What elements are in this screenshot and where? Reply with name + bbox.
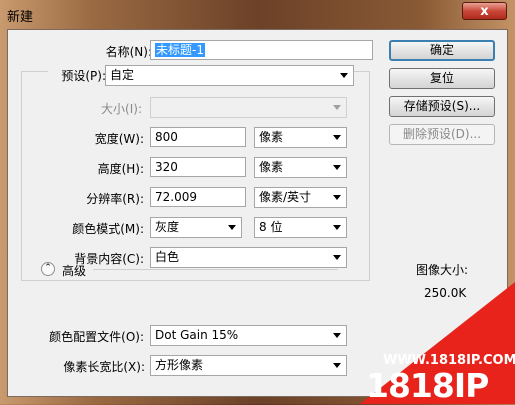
close-icon: x [480, 4, 489, 19]
name-label: 名称(N): [105, 45, 152, 59]
collapse-up-icon[interactable]: ⌃ [41, 262, 55, 276]
preset-label: 预设(P): [48, 67, 108, 84]
delete-preset-button: 删除预设(D)... [389, 124, 495, 145]
color-profile-value: Dot Gain 15% [155, 328, 239, 342]
color-mode-value: 灰度 [155, 220, 180, 234]
height-value: 320 [155, 160, 178, 174]
width-value: 800 [155, 130, 178, 144]
width-label: 宽度(W): [94, 132, 144, 146]
height-unit: 像素 [259, 160, 284, 174]
chevron-down-icon [333, 195, 341, 200]
preset-value: 自定 [110, 68, 135, 82]
resolution-label: 分辨率(R): [86, 192, 144, 206]
width-unit: 像素 [259, 130, 284, 144]
height-unit-dropdown[interactable]: 像素 [254, 157, 347, 178]
advanced-label[interactable]: 高级 [62, 262, 86, 279]
name-input[interactable]: 未标题-1 [150, 40, 373, 60]
chevron-down-icon [228, 225, 236, 230]
chevron-down-icon [340, 73, 348, 78]
chevron-down-icon [333, 333, 341, 338]
dialog-window: 新建 x 名称(N): 未标题-1 预设(P): 自定 大小(I): 宽度(W)… [0, 0, 515, 405]
pixel-aspect-value: 方形像素 [155, 358, 204, 372]
chevron-down-icon [333, 255, 341, 260]
resolution-unit-dropdown[interactable]: 像素/英寸 [254, 187, 347, 208]
chevron-down-icon [333, 105, 341, 110]
resolution-unit: 像素/英寸 [259, 190, 312, 204]
watermark-logo: 1818IP [366, 366, 489, 405]
background-dropdown[interactable]: 白色 [150, 247, 347, 268]
height-label: 高度(H): [97, 162, 144, 176]
size-label: 大小(I): [101, 102, 142, 116]
dialog-title: 新建 [7, 10, 34, 25]
advanced-divider [93, 269, 338, 270]
close-button[interactable]: x [462, 2, 507, 20]
color-mode-label: 颜色模式(M): [72, 222, 144, 236]
chevron-down-icon [333, 135, 341, 140]
width-unit-dropdown[interactable]: 像素 [254, 127, 347, 148]
background-value: 白色 [155, 250, 180, 264]
save-preset-button[interactable]: 存储预设(S)... [389, 96, 495, 117]
resolution-input[interactable]: 72.009 [150, 187, 246, 207]
image-size-label: 图像大小: [416, 263, 469, 277]
chevron-down-icon [333, 225, 341, 230]
name-value: 未标题-1 [155, 43, 205, 57]
title-bar[interactable]: 新建 x [0, 0, 515, 28]
chevron-down-icon [333, 165, 341, 170]
color-profile-label: 颜色配置文件(O): [49, 330, 144, 344]
height-input[interactable]: 320 [150, 157, 246, 177]
chevron-down-icon [333, 363, 341, 368]
color-mode-dropdown[interactable]: 灰度 [150, 217, 242, 238]
width-input[interactable]: 800 [150, 127, 246, 147]
color-profile-dropdown[interactable]: Dot Gain 15% [150, 325, 347, 346]
size-dropdown [150, 97, 347, 118]
resolution-value: 72.009 [155, 190, 197, 204]
pixel-aspect-label: 像素长宽比(X): [63, 360, 145, 374]
ok-button[interactable]: 确定 [389, 40, 495, 61]
reset-button[interactable]: 复位 [389, 68, 495, 89]
pixel-aspect-dropdown[interactable]: 方形像素 [150, 355, 347, 376]
bit-depth-dropdown[interactable]: 8 位 [254, 217, 347, 238]
bit-depth-value: 8 位 [259, 220, 283, 234]
preset-dropdown[interactable]: 自定 [105, 65, 354, 86]
